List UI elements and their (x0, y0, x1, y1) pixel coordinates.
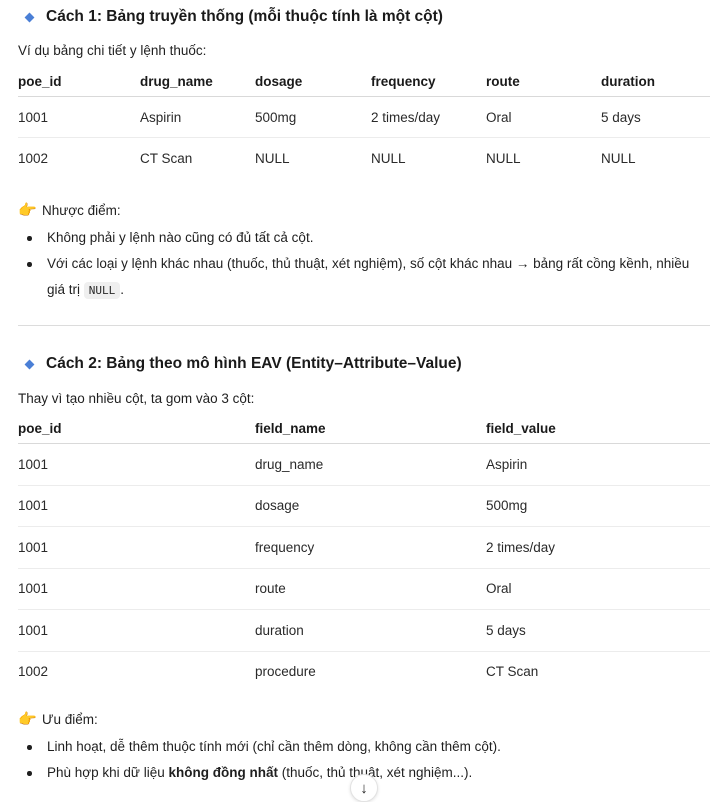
pointing-hand-icon: 👉 (18, 711, 37, 728)
table-cell: 1002 (18, 150, 49, 166)
null-code-chip: NULL (83, 282, 121, 299)
column-header-duration: duration (601, 66, 710, 97)
table-cell: 1001 (18, 609, 255, 652)
table-cell: frequency (255, 526, 486, 569)
section2-intro: Thay vì tạo nhiều cột, ta gom vào 3 cột: (18, 391, 255, 406)
table-cell: procedure (255, 664, 316, 680)
table-cell: 2 times/day (486, 526, 710, 569)
column-header-field-name: field_name (255, 413, 486, 444)
table-cell: Aspirin (140, 96, 255, 138)
table-row: 1001 drug_name Aspirin (18, 443, 710, 486)
table-row: 1002 procedure CT Scan (18, 651, 710, 692)
table-header-row: poe_id drug_name dosage frequency route … (18, 66, 710, 97)
list-item-text: (thuốc, thủ thuật, xét nghiệm...). (277, 765, 473, 780)
column-header-frequency: frequency (371, 66, 486, 97)
section1-heading: Cách 1: Bảng truyền thống (mỗi thuộc tín… (24, 8, 443, 26)
section2-heading-text: Cách 2: Bảng theo mô hình EAV (Entity–At… (46, 355, 462, 372)
list-item-text: Linh hoạt, dễ thêm thuộc tính mới (chỉ c… (47, 739, 501, 754)
table-cell: Oral (486, 96, 601, 138)
table-row: 1001 Aspirin 500mg 2 times/day Oral 5 da… (18, 96, 710, 138)
table-cell: NULL (255, 150, 290, 166)
list-item-text: Không phải y lệnh nào cũng có đủ tất cả … (47, 230, 314, 245)
table-cell: 1001 (18, 96, 140, 138)
table-cell: 1001 (18, 568, 255, 610)
advantages-label: 👉 Ưu điểm: (18, 710, 98, 728)
table-cell: 500mg (486, 485, 710, 527)
table-row: 1002 CT Scan NULL NULL NULL NULL (18, 138, 710, 179)
table-cell: 1002 (18, 664, 49, 680)
diamond-bullet-icon (24, 359, 35, 369)
table-row: 1001 duration 5 days (18, 609, 710, 652)
table-cell: Oral (486, 568, 710, 610)
column-header-dosage: dosage (255, 66, 371, 97)
drawbacks-label: 👉 Nhược điểm: (18, 201, 121, 219)
table-cell: drug_name (255, 443, 486, 486)
table-cell: duration (255, 609, 486, 652)
arrow-down-icon: ↓ (360, 779, 368, 797)
column-header-route: route (486, 66, 601, 97)
table-cell: 500mg (255, 96, 371, 138)
drawbacks-list: Không phải y lệnh nào cũng có đủ tất cả … (18, 225, 708, 304)
diamond-bullet-icon (24, 12, 35, 22)
table-cell: CT Scan (486, 664, 539, 680)
table-cell: 5 days (486, 609, 710, 652)
table-cell: NULL (371, 150, 406, 166)
column-header-poe-id: poe_id (18, 413, 255, 444)
table-cell: NULL (601, 150, 636, 166)
scroll-to-bottom-button[interactable]: ↓ (350, 774, 378, 802)
traditional-table: poe_id drug_name dosage frequency route … (18, 66, 710, 178)
eav-table: poe_id field_name field_value 1001 drug_… (18, 413, 710, 692)
table-cell: 5 days (601, 96, 710, 138)
section1-intro: Ví dụ bảng chi tiết y lệnh thuốc: (18, 43, 207, 58)
column-header-field-value: field_value (486, 413, 710, 444)
table-cell: 2 times/day (371, 96, 486, 138)
table-cell: route (255, 568, 486, 610)
section2-heading: Cách 2: Bảng theo mô hình EAV (Entity–At… (24, 355, 462, 373)
table-cell: 1001 (18, 526, 255, 569)
list-item: Với các loại y lệnh khác nhau (thuốc, th… (18, 251, 708, 304)
table-cell: dosage (255, 485, 486, 527)
table-header-row: poe_id field_name field_value (18, 413, 710, 444)
table-cell: NULL (486, 150, 521, 166)
list-item-text: Với các loại y lệnh khác nhau (thuốc, th… (47, 256, 690, 297)
advantages-label-text: Ưu điểm: (42, 711, 98, 727)
list-item-text: Phù hợp khi dữ liệu (47, 765, 169, 780)
pointing-hand-icon: 👉 (18, 202, 37, 219)
bold-emphasis: không đồng nhất (168, 765, 278, 780)
column-header-poe-id: poe_id (18, 66, 140, 97)
table-row: 1001 dosage 500mg (18, 485, 710, 527)
table-cell: Aspirin (486, 443, 710, 486)
table-cell: 1001 (18, 485, 255, 527)
drawbacks-label-text: Nhược điểm: (42, 202, 121, 218)
list-item-text: . (120, 282, 125, 297)
list-item: Không phải y lệnh nào cũng có đủ tất cả … (18, 225, 708, 251)
list-item: Linh hoạt, dễ thêm thuộc tính mới (chỉ c… (18, 734, 708, 760)
table-cell: 1001 (18, 443, 255, 486)
column-header-drug-name: drug_name (140, 66, 255, 97)
section1-heading-text: Cách 1: Bảng truyền thống (mỗi thuộc tín… (46, 8, 443, 25)
table-row: 1001 frequency 2 times/day (18, 526, 710, 569)
section-divider (18, 325, 710, 326)
table-row: 1001 route Oral (18, 568, 710, 610)
table-cell: CT Scan (140, 150, 193, 166)
